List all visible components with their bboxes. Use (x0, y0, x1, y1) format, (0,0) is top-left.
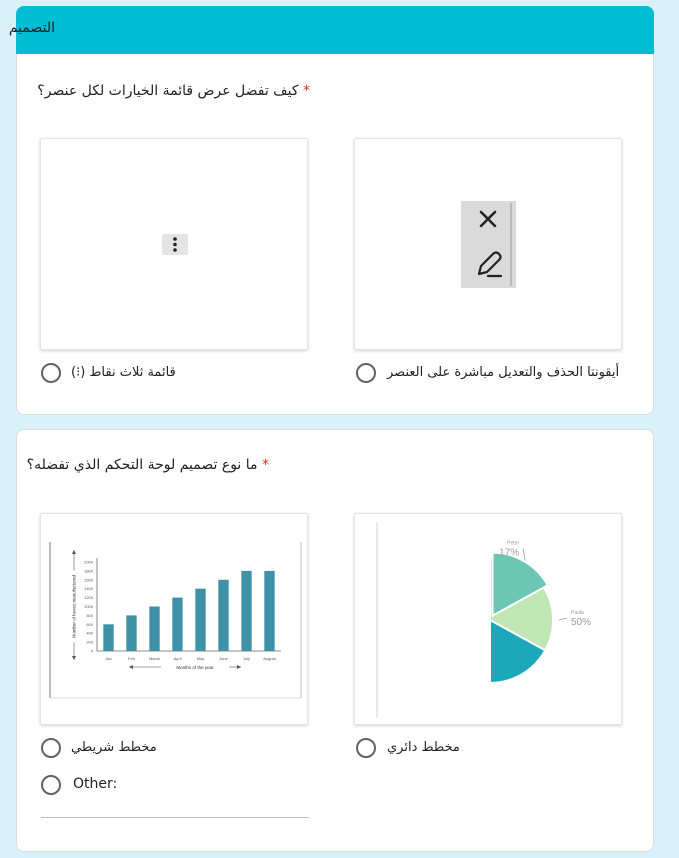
bar-y-tick-label: 1800 (84, 568, 94, 573)
required-asterisk: * (262, 457, 269, 473)
pie-leader-paula (558, 617, 568, 621)
option-image-three-dots (40, 138, 308, 350)
bar-x-axis-label: Months of the year (176, 665, 214, 670)
option-label-bar-chart: مخطط شريطي (71, 740, 157, 755)
other-text-input[interactable] (41, 817, 309, 818)
question-2-text: ما نوع تصميم لوحة التحكم الذي تفضله؟ (26, 457, 258, 473)
bar-x-tick-label: Jan (105, 656, 111, 661)
section-card: التصميم * كيف تفضل عرض قائمة الخيارات لك… (9, 6, 654, 415)
pie-series-label: Paula (571, 610, 584, 616)
option-label-other: Other: (73, 776, 118, 792)
bar-y-tick-label: 2000 (84, 560, 94, 565)
bar-y-tick-label: 1200 (84, 595, 94, 600)
three-dots-icon (173, 237, 177, 252)
pie-leader-peter (522, 548, 526, 561)
option-image-pie-chart: Paula50%Walter33%Peter17% (354, 513, 622, 725)
pie-value-label: 50% (571, 617, 591, 628)
option-label-inline-icons: أيقونتا الحذف والتعديل مباشرة على العنصر (387, 365, 620, 380)
x-axis-arrowhead-left (129, 665, 133, 669)
bar-y-tick-label: 1400 (84, 586, 94, 591)
radio-bar-chart[interactable] (41, 738, 61, 758)
bar-x-tick-label: August (263, 656, 276, 661)
required-asterisk: * (303, 83, 310, 99)
radio-other[interactable] (41, 775, 61, 795)
bar-jan (103, 624, 114, 651)
three-dots-illustration (162, 234, 188, 255)
pie-chart: Paula50%Walter33%Peter17% (376, 522, 591, 718)
bar-march (149, 606, 160, 651)
question-1-text: كيف تفضل عرض قائمة الخيارات لكل عنصر؟ (37, 83, 299, 99)
question-2-card: * ما نوع تصميم لوحة التحكم الذي تفضله؟ P… (16, 429, 654, 852)
bar-y-tick-label: 1600 (84, 577, 94, 582)
option-label-three-dots: قائمة ثلاث نقاط (⁝) (71, 365, 176, 380)
question-2-title: * ما نوع تصميم لوحة التحكم الذي تفضله؟ (27, 457, 269, 473)
section-title: التصميم (8, 20, 55, 36)
bar-x-tick-label: April (173, 656, 181, 661)
pie-series-label: Peter (507, 541, 519, 547)
radio-three-dots[interactable] (41, 363, 61, 383)
bar-feb (126, 615, 137, 651)
inline-icons-illustration (461, 201, 516, 288)
radio-pie-chart[interactable] (356, 738, 376, 758)
bar-x-tick-label: Feb (128, 656, 136, 661)
bar-june (218, 579, 229, 651)
option-label-pie-chart: مخطط دائري (387, 740, 460, 755)
bar-y-tick-label: 400 (86, 631, 93, 636)
bar-y-tick-label: 0 (91, 649, 94, 654)
radio-inline-icons[interactable] (356, 363, 376, 383)
bar-chart: 0 200 400 600 800 1000 1200 1400 1600 1800 2000 Jan… (49, 542, 302, 699)
option-image-inline-icons (354, 138, 622, 350)
question-1-title: * كيف تفضل عرض قائمة الخيارات لكل عنصر؟ (37, 83, 310, 99)
bar-july (241, 570, 252, 651)
bar-may (195, 588, 206, 651)
section-header (16, 6, 654, 54)
x-axis-arrowhead-right (237, 665, 241, 669)
pie-value-label: 17% (499, 548, 519, 559)
bar-april (172, 597, 183, 651)
bar-x-tick-label: July (243, 656, 250, 661)
bar-x-tick-label: May (197, 656, 205, 661)
y-axis-arrowhead-bottom (72, 656, 76, 660)
bar-y-axis-label: Number of boxes manufactured (72, 574, 77, 638)
option-image-bar-chart: 0 200 400 600 800 1000 1200 1400 1600 1800 2000 Jan… (40, 513, 308, 725)
bar-y-tick-label: 800 (86, 613, 93, 618)
bar-y-tick-label: 1000 (84, 604, 94, 609)
bar-x-tick-label: March (149, 656, 160, 661)
y-axis-arrowhead-top (72, 550, 76, 554)
bar-y-tick-label: 200 (86, 640, 93, 645)
bar-august (264, 570, 275, 651)
bar-x-tick-label: June (219, 656, 228, 661)
bar-y-tick-label: 600 (86, 622, 93, 627)
